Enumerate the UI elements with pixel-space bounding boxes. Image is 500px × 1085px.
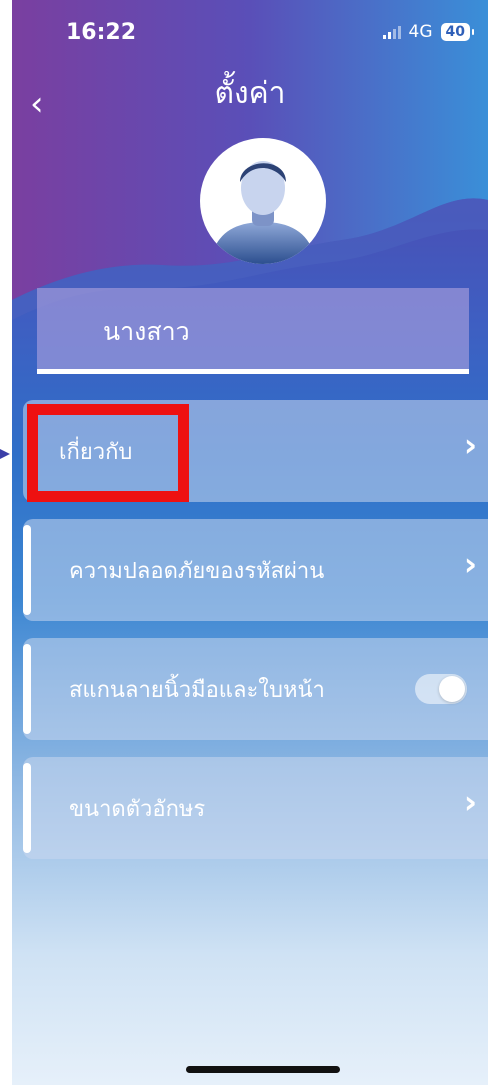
annotation-highlight-box xyxy=(27,404,189,502)
toggle-knob xyxy=(439,676,465,702)
profile-name: นางสาว xyxy=(103,317,190,346)
status-time: 16:22 xyxy=(66,20,137,45)
biometric-toggle[interactable] xyxy=(415,674,467,704)
menu-item-label: ความปลอดภัยของรหัสผ่าน xyxy=(69,559,325,584)
menu-item-accent xyxy=(23,644,31,734)
network-type: 4G xyxy=(408,22,433,42)
battery-icon: 40 xyxy=(440,23,475,41)
app-screen: 16:22 4G 40 ‹ ตั้งค่า นางสาว เกี่ยวกับ ›… xyxy=(12,0,488,1085)
menu-item-password-security[interactable]: ความปลอดภัยของรหัสผ่าน › xyxy=(23,519,488,621)
menu-item-label: สแกนลายนิ้วมือและใบหน้า xyxy=(69,678,325,703)
user-avatar-icon[interactable] xyxy=(200,138,326,264)
status-indicators: 4G 40 xyxy=(382,22,475,42)
menu-item-font-size[interactable]: ขนาดตัวอักษร › xyxy=(23,757,488,859)
chevron-right-icon: › xyxy=(463,783,477,821)
chevron-right-icon: › xyxy=(463,545,477,583)
status-bar: 16:22 4G 40 xyxy=(12,0,488,60)
menu-item-biometric-scan: สแกนลายนิ้วมือและใบหน้า xyxy=(23,638,488,740)
menu-item-accent xyxy=(23,525,31,615)
home-indicator xyxy=(186,1066,340,1073)
annotation-arrow-icon xyxy=(0,449,10,459)
profile-name-field[interactable]: นางสาว xyxy=(37,288,469,374)
menu-item-label: ขนาดตัวอักษร xyxy=(69,797,206,822)
menu-item-accent xyxy=(23,763,31,853)
page-title: ตั้งค่า xyxy=(214,76,286,111)
chevron-right-icon: › xyxy=(463,426,477,464)
signal-icon xyxy=(382,25,401,39)
